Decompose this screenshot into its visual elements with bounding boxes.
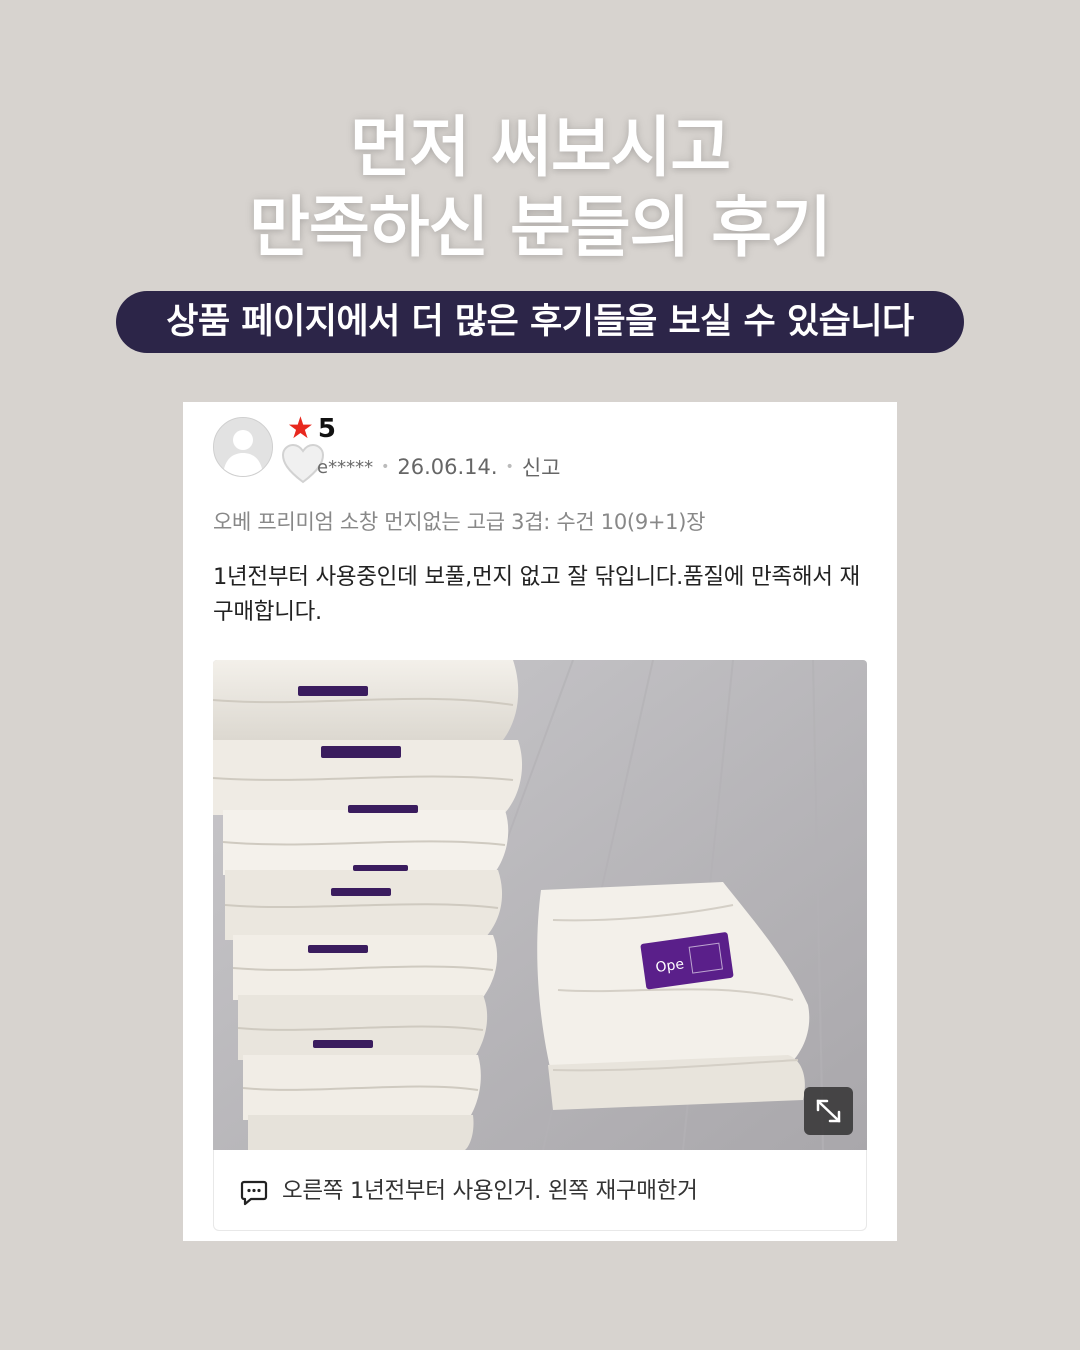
chat-bubble-icon bbox=[240, 1180, 268, 1206]
product-option: 오베 프리미엄 소창 먼지없는 고급 3겹: 수건 10(9+1)장 bbox=[213, 510, 706, 534]
rating-score: 5 bbox=[317, 414, 336, 444]
report-link[interactable]: 신고 bbox=[522, 452, 561, 482]
review-date: 26.06.14. bbox=[397, 455, 498, 479]
expand-icon bbox=[816, 1099, 841, 1123]
avatar-placeholder-icon bbox=[214, 418, 272, 476]
avatar bbox=[213, 417, 273, 477]
review-body: 1년전부터 사용중인데 보풀,먼지 없고 잘 닦입니다.품질에 만족해서 재구매… bbox=[213, 564, 860, 625]
review-meta: e***** • 26.06.14. • 신고 bbox=[287, 452, 560, 482]
rating: ★ 5 bbox=[287, 411, 336, 446]
banner-pill: 상품 페이지에서 더 많은 후기들을 보실 수 있습니다 bbox=[116, 291, 964, 353]
headline-line-1: 먼저 써보시고 bbox=[349, 109, 731, 186]
photo-comment: 오른쪽 1년전부터 사용인거. 왼쪽 재구매한거 bbox=[213, 1150, 867, 1231]
headline-line-2: 만족하신 분들의 후기 bbox=[249, 189, 831, 266]
star-icon: ★ bbox=[287, 411, 314, 446]
review-card: ★ 5 e***** • 26.06.14. • 신고 오베 프리미엄 소창 먼… bbox=[183, 402, 897, 1241]
reviewer-name: e***** bbox=[317, 456, 374, 478]
separator-dot: • bbox=[381, 459, 390, 475]
review-photo[interactable]: Ope bbox=[213, 660, 867, 1150]
towel-photo: Ope bbox=[213, 660, 867, 1150]
expand-button[interactable] bbox=[804, 1087, 853, 1135]
headline: 먼저 써보시고 만족하신 분들의 후기 bbox=[0, 108, 1080, 268]
comment-text: 오른쪽 1년전부터 사용인거. 왼쪽 재구매한거 bbox=[282, 1178, 698, 1204]
separator-dot: • bbox=[505, 459, 514, 475]
